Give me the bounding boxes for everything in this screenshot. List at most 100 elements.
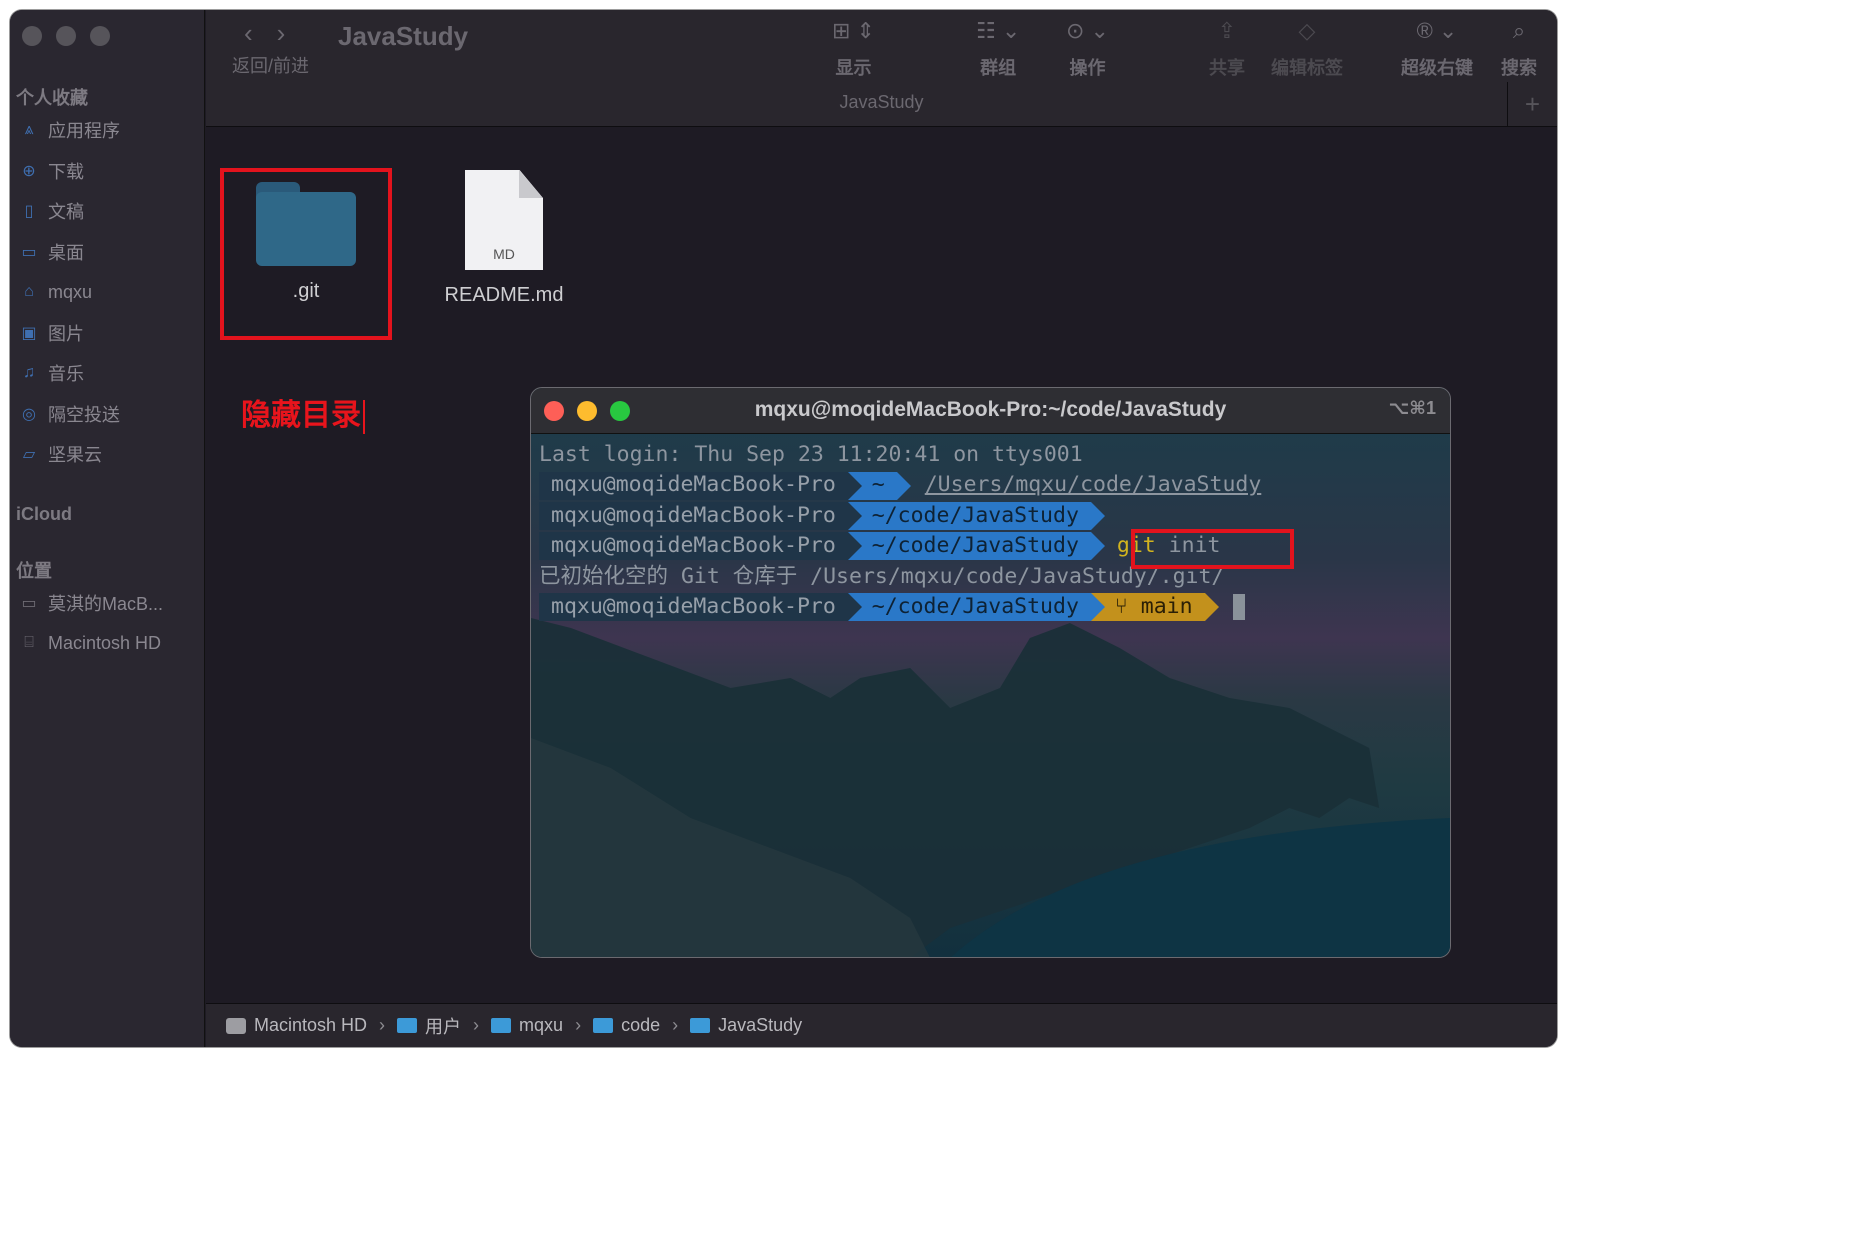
pictures-icon: ▣ [21,325,37,342]
breadcrumb-javastudy[interactable]: JavaStudy [690,1015,802,1036]
share-button[interactable]: ⇪ 共享 [1209,14,1245,80]
window-title: JavaStudy [338,21,469,51]
chevron-right-icon: › [575,1015,582,1035]
sidebar-item-downloads[interactable]: ⊕ 下载 [18,155,84,187]
toolbar: ‹› 返回/前进 JavaStudy ⊞ ⇕ 显示 ☷ ⌄ 群组 ⊙ ⌄ 操作 … [206,10,1557,127]
edit-tags-button[interactable]: ◇ 编辑标签 [1271,14,1343,80]
sidebar-item-label: 莫淇的MacB... [48,594,164,614]
terminal-prompt-line: mqxu@moqideMacBook-Pro ~/code/JavaStudy gi… [539,531,1450,561]
chevron-right-icon: › [379,1015,386,1035]
forward-chevron-icon[interactable]: › [277,18,310,48]
sidebar-item-nutstore[interactable]: ▱ 坚果云 [18,438,102,470]
zoom-button[interactable] [90,26,110,46]
terminal-prompt-line: mqxu@moqideMacBook-Pro ~/Users/mqxu/code/… [539,470,1450,500]
sidebar-item-this-mac[interactable]: ▭ 莫淇的MacB... [18,587,163,619]
prompt-dir: ~/code/JavaStudy [847,532,1091,561]
git-branch-icon: ⑂ [1114,593,1141,619]
terminal-shortcut: ⌥⌘1 [1388,398,1436,418]
terminal-title: mqxu@moqideMacBook-Pro:~/code/JavaStudy [754,398,1227,421]
terminal-cursor [1232,594,1245,621]
highlight-box-git [220,168,392,340]
minimize-button[interactable] [56,26,76,46]
sidebar-item-documents[interactable]: ▯ 文稿 [18,195,84,227]
registered-icon: ® ⌄ [1416,18,1458,43]
home-icon: ⌂ [24,283,34,300]
group-button[interactable]: ☷ ⌄ 群组 [976,14,1020,80]
terminal-prompt-line: mqxu@moqideMacBook-Pro ~/code/JavaStudy [539,501,1450,531]
sidebar-item-home[interactable]: ⌂ mqxu [18,276,92,308]
wallpaper-landscape [531,618,1450,957]
terminal-prompt-line: mqxu@moqideMacBook-Pro ~/code/JavaStudy ⑂ … [539,592,1450,622]
folder-icon: ▱ [22,446,36,463]
file-item-readme[interactable]: MD README.md [434,170,574,307]
view-button[interactable]: ⊞ ⇕ 显示 [832,14,875,80]
sidebar-item-label: Macintosh HD [48,632,162,653]
prompt-host: mqxu@moqideMacBook-Pro [539,471,848,500]
grid-view-icon: ⊞ ⇕ [832,18,875,43]
annotation-hidden-directory: 隐藏目录 [241,390,365,435]
sidebar-section-icloud[interactable]: iCloud [16,504,72,525]
prompt-host: mqxu@moqideMacBook-Pro [539,532,848,561]
folder-icon [593,1018,614,1033]
breadcrumb-users[interactable]: 用户 › [397,1013,483,1039]
airdrop-icon: ◎ [22,406,36,423]
nav-arrows: ‹› [244,18,309,49]
window-controls [22,26,110,46]
markdown-file-icon: MD [465,170,543,270]
home-folder-icon [491,1018,512,1033]
terminal-window[interactable]: mqxu@moqideMacBook-Pro:~/code/JavaStudy … [530,387,1451,958]
sidebar-section-locations: 位置 [16,561,52,581]
sidebar-item-label: 坚果云 [48,445,102,465]
add-tab-button[interactable]: + [1507,82,1557,127]
tab-title[interactable]: JavaStudy [206,92,1557,113]
sidebar-item-label: 文稿 [48,202,84,222]
breadcrumb-code[interactable]: code › [593,1015,682,1036]
share-icon: ⇪ [1217,18,1237,43]
disk-icon: ⌸ [24,634,34,651]
sidebar-item-airdrop[interactable]: ◎ 隔空投送 [18,398,120,430]
breadcrumb-mqxu[interactable]: mqxu › [491,1015,585,1036]
sidebar-item-music[interactable]: ♫ 音乐 [18,357,84,389]
applications-icon: ⩓ [24,121,34,138]
sidebar-item-label: 下载 [48,162,84,182]
path-bar: Macintosh HD › 用户 › mqxu › code › JavaSt… [206,1003,1557,1047]
highlight-box-git-init [1131,529,1294,569]
folder-icon [397,1018,418,1033]
download-icon: ⊕ [22,163,36,180]
sidebar-item-pictures[interactable]: ▣ 图片 [18,317,84,349]
chevron-right-icon: › [473,1015,480,1035]
sidebar-item-label: 应用程序 [48,121,120,141]
chevron-right-icon: › [672,1015,679,1035]
sidebar-item-label: 隔空投送 [48,405,120,425]
sidebar-section-favorites: 个人收藏 [16,88,88,108]
action-ellipsis-icon: ⊙ ⌄ [1066,18,1109,43]
prompt-dir: ~/code/JavaStudy [847,501,1091,530]
back-chevron-icon[interactable]: ‹ [244,18,277,48]
document-icon: ▯ [24,203,34,220]
terminal-line-init-output: 已初始化空的 Git 仓库于 /Users/mqxu/code/JavaStud… [539,563,1225,589]
breadcrumb-macintosh-hd[interactable]: Macintosh HD › [226,1015,389,1036]
prompt-host: mqxu@moqideMacBook-Pro [539,501,848,530]
sidebar-item-applications[interactable]: ⩓ 应用程序 [18,114,120,146]
search-icon: ⌕ [1512,18,1526,43]
sidebar: 个人收藏 ⩓ 应用程序 ⊕ 下载 ▯ 文稿 ▭ 桌面 ⌂ mqxu ▣ 图片 ♫… [10,10,205,1047]
super-right-click-button[interactable]: ® ⌄ 超级右键 [1401,14,1473,80]
file-name: README.md [444,284,564,306]
desktop-icon: ▭ [21,244,37,261]
sidebar-item-desktop[interactable]: ▭ 桌面 [18,236,84,268]
sidebar-item-macintosh-hd[interactable]: ⌸ Macintosh HD [18,627,161,659]
sidebar-item-label: 图片 [48,324,84,344]
sidebar-item-label: mqxu [48,281,93,302]
disk-icon [226,1017,246,1034]
nav-label: 返回/前进 [232,56,310,76]
action-button[interactable]: ⊙ ⌄ 操作 [1066,14,1109,80]
group-icon: ☷ ⌄ [976,18,1021,43]
music-icon: ♫ [23,364,35,381]
laptop-icon: ▭ [21,595,37,612]
terminal-output[interactable]: Last login: Thu Sep 23 11:20:41 on ttys0… [539,440,1450,622]
sidebar-item-label: 桌面 [48,243,84,263]
prompt-host: mqxu@moqideMacBook-Pro [539,593,848,622]
close-button[interactable] [22,26,42,46]
terminal-title-bar: mqxu@moqideMacBook-Pro:~/code/JavaStudy … [531,388,1450,434]
search-button[interactable]: ⌕ 搜索 [1501,14,1537,80]
